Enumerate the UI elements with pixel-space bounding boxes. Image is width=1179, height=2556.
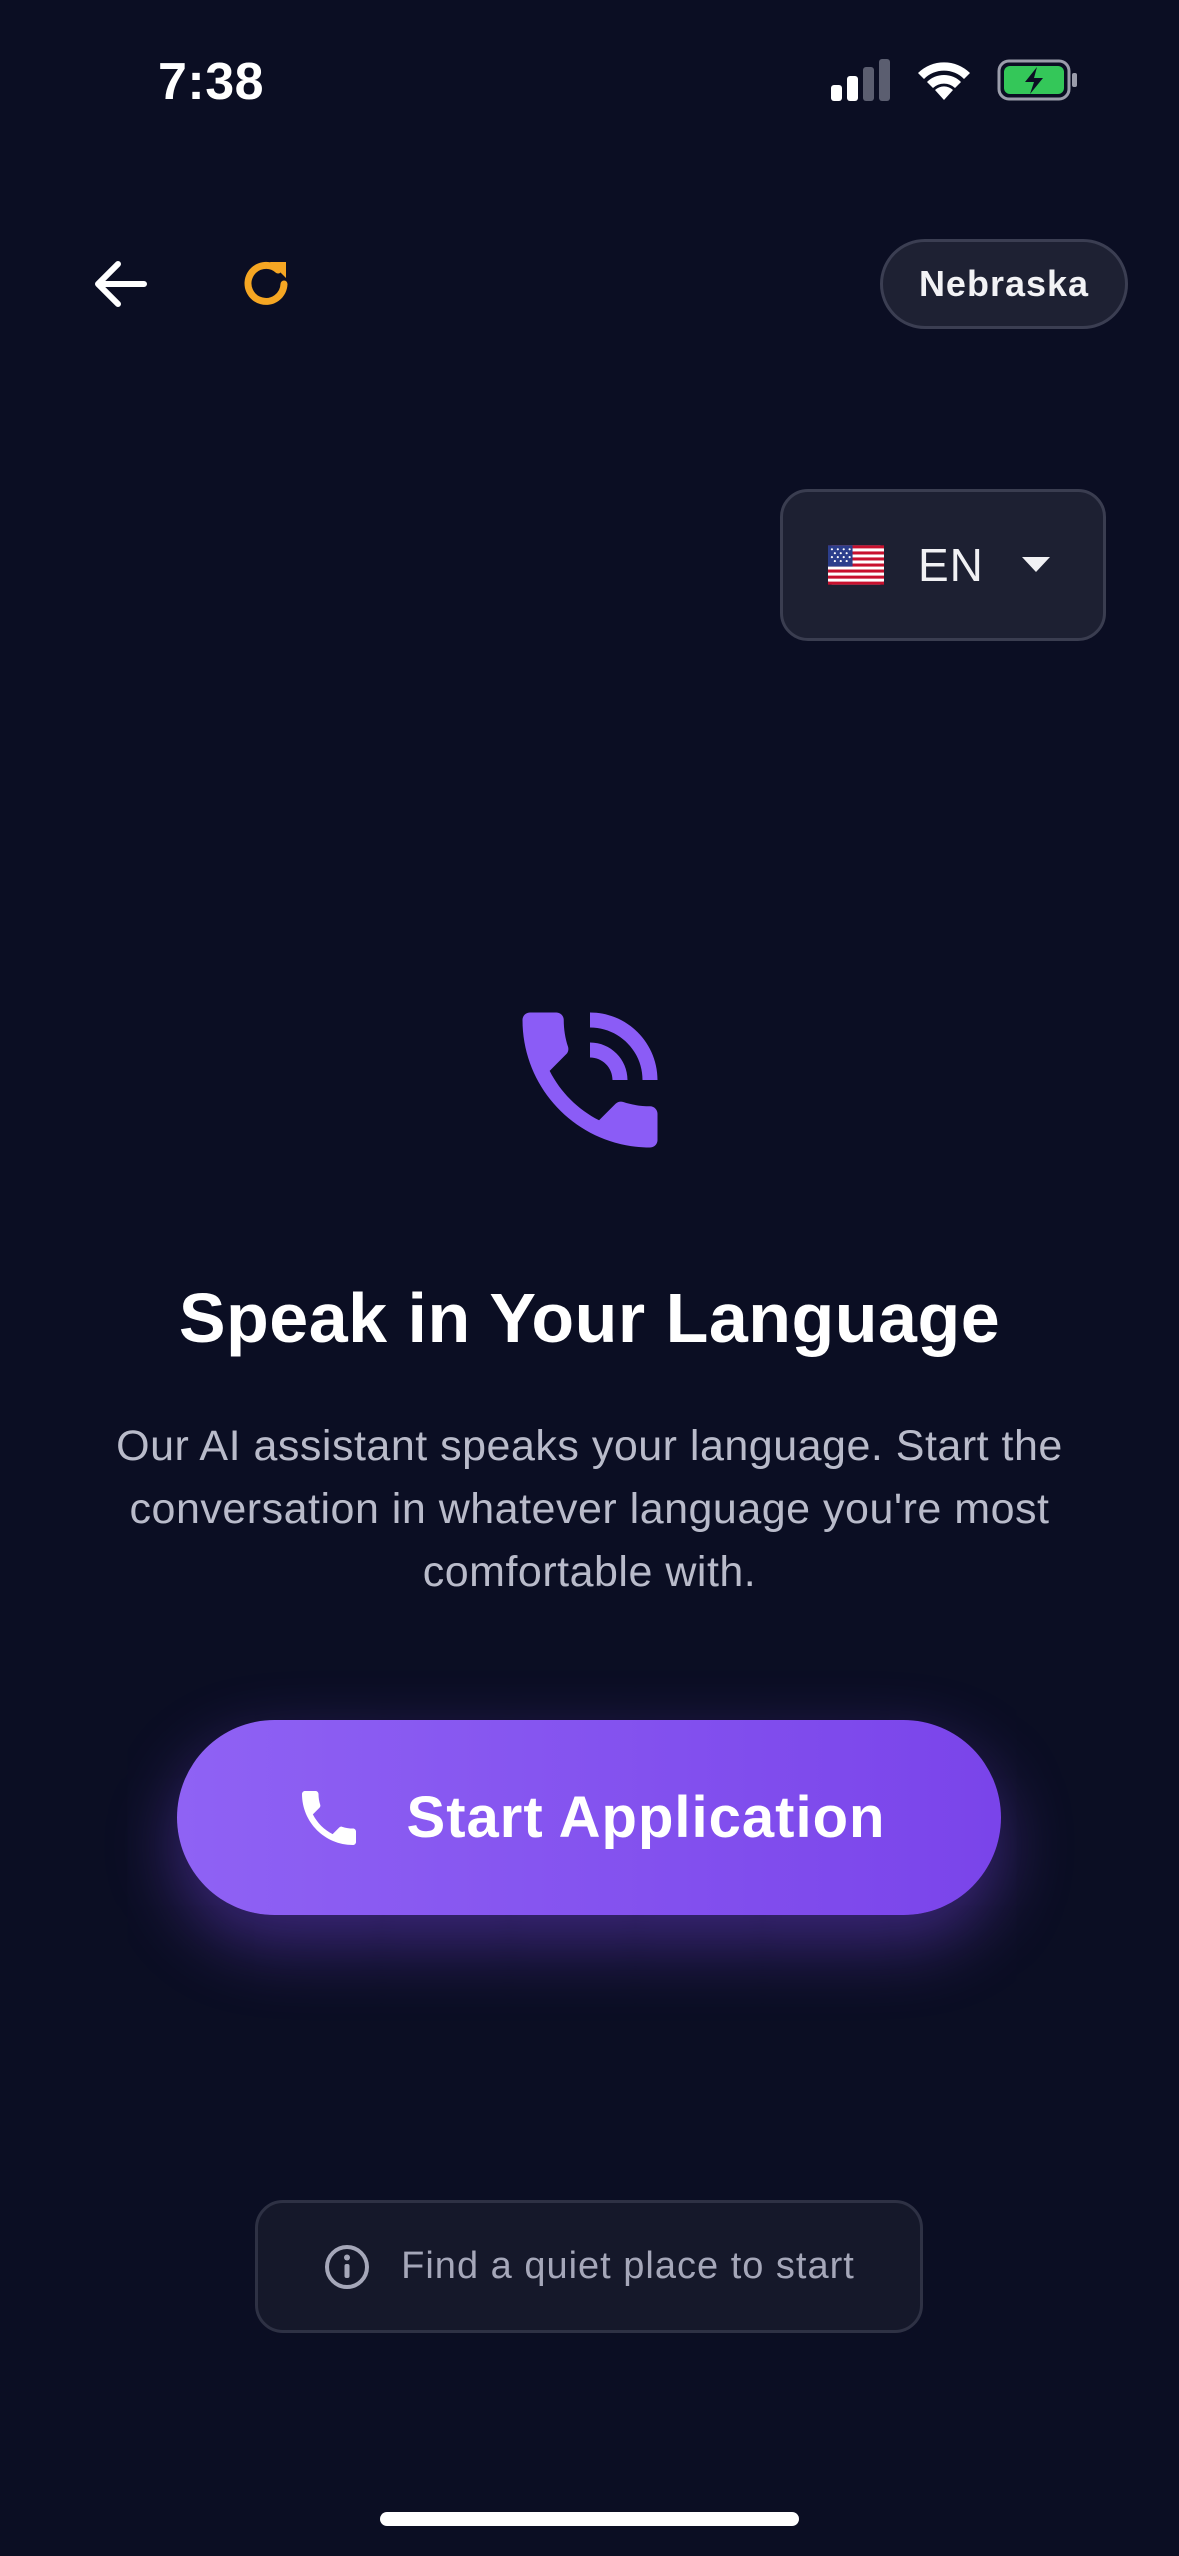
wifi-icon	[918, 62, 970, 100]
battery-charging-icon	[997, 59, 1077, 101]
caret-down-icon	[1021, 557, 1050, 572]
refresh-icon	[244, 261, 288, 305]
language-selector[interactable]: EN	[780, 489, 1106, 641]
hero-description: Our AI assistant speaks your language. S…	[116, 1422, 1063, 1596]
start-application-button[interactable]: Start Application	[177, 1720, 1001, 1915]
quiet-place-tip: Find a quiet place to start	[255, 2200, 923, 2333]
us-flag-icon	[828, 545, 884, 585]
start-application-label: Start Application	[406, 1785, 886, 1850]
arrow-left-icon	[95, 261, 147, 307]
phone-in-talk-icon	[522, 1012, 658, 1148]
home-indicator[interactable]	[380, 2512, 799, 2526]
status-time: 7:38	[158, 53, 265, 111]
back-button[interactable]	[88, 252, 152, 316]
refresh-button[interactable]	[232, 250, 300, 318]
tip-text: Find a quiet place to start	[401, 2245, 855, 2287]
cellular-signal-icon	[831, 59, 890, 101]
state-label: Nebraska	[918, 263, 1090, 304]
phone-icon	[301, 1790, 356, 1845]
hero-title: Speak in Your Language	[178, 1279, 1001, 1357]
language-code: EN	[918, 539, 984, 591]
info-icon	[325, 2244, 370, 2289]
state-selector[interactable]: Nebraska	[880, 239, 1128, 329]
status-icons	[831, 58, 1079, 102]
